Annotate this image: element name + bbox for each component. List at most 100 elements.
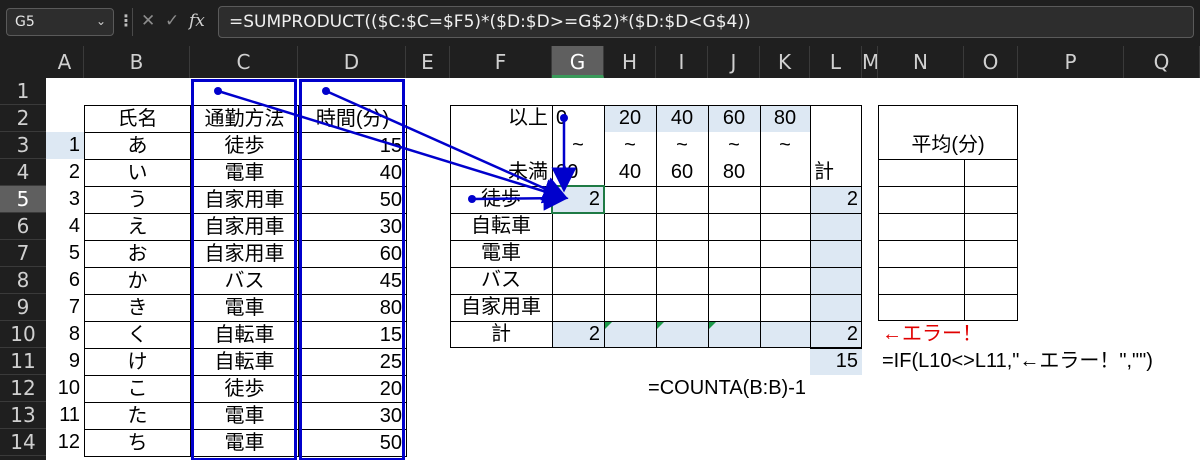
record-number[interactable]: 3: [46, 186, 84, 213]
record-number[interactable]: 7: [46, 294, 84, 321]
record-method[interactable]: 自家用車: [190, 213, 299, 241]
record-number[interactable]: 5: [46, 240, 84, 267]
average-cell-o[interactable]: [964, 213, 1018, 240]
header-name[interactable]: 氏名: [84, 105, 191, 133]
count-cell[interactable]: [656, 213, 708, 240]
record-method[interactable]: 徒歩: [190, 375, 299, 403]
count-cell[interactable]: [708, 213, 760, 240]
record-method[interactable]: 電車: [190, 159, 299, 187]
count-cell[interactable]: [760, 213, 810, 240]
count-cell[interactable]: [552, 240, 604, 267]
method-label-4[interactable]: 自家用車: [450, 294, 552, 321]
bin-tilde-4[interactable]: ~: [760, 132, 810, 159]
bin-lower-2[interactable]: 40: [656, 105, 708, 132]
count-cell[interactable]: [656, 267, 708, 294]
average-header[interactable]: 平均(分): [878, 132, 1018, 159]
header-method[interactable]: 通勤方法: [190, 105, 299, 133]
row-total-cell[interactable]: [810, 213, 862, 240]
cell-g10[interactable]: 2: [552, 321, 604, 348]
method-label-0[interactable]: 徒歩: [450, 186, 552, 213]
record-number[interactable]: 2: [46, 159, 84, 186]
record-number[interactable]: 6: [46, 267, 84, 294]
cell-g5[interactable]: 2: [552, 186, 604, 213]
record-name[interactable]: た: [84, 402, 191, 430]
record-name[interactable]: か: [84, 267, 191, 295]
record-method[interactable]: 電車: [190, 294, 299, 322]
method-label-3[interactable]: バス: [450, 267, 552, 294]
row-total-cell[interactable]: [810, 294, 862, 321]
bin-lower-3[interactable]: 60: [708, 105, 760, 132]
average-cell-n[interactable]: [878, 267, 964, 294]
count-cell[interactable]: [604, 213, 656, 240]
record-time[interactable]: 45: [298, 267, 407, 295]
record-name[interactable]: あ: [84, 132, 191, 160]
record-time[interactable]: 60: [298, 240, 407, 268]
count-cell[interactable]: [552, 294, 604, 321]
count-cell[interactable]: [604, 240, 656, 267]
record-time[interactable]: 30: [298, 213, 407, 241]
record-name[interactable]: え: [84, 213, 191, 241]
bin-tilde-1[interactable]: ~: [604, 132, 656, 159]
row-total-cell[interactable]: [810, 240, 862, 267]
record-number[interactable]: 11: [46, 402, 84, 429]
cell-l11[interactable]: 15: [810, 348, 862, 375]
record-time[interactable]: 20: [298, 375, 407, 403]
count-cell[interactable]: [708, 240, 760, 267]
method-label-2[interactable]: 電車: [450, 240, 552, 267]
record-time[interactable]: 40: [298, 159, 407, 187]
label-spacer[interactable]: [450, 132, 552, 159]
col-total-cell[interactable]: [604, 321, 656, 348]
col-total-cell[interactable]: [760, 321, 810, 348]
bin-upper-2[interactable]: 60: [656, 159, 708, 186]
record-name[interactable]: こ: [84, 375, 191, 403]
count-cell[interactable]: [552, 267, 604, 294]
row-total-cell[interactable]: [810, 267, 862, 294]
record-method[interactable]: 自転車: [190, 321, 299, 349]
average-cell-o[interactable]: [964, 267, 1018, 294]
col-total-cell[interactable]: [656, 321, 708, 348]
average-cell-o[interactable]: [964, 159, 1018, 186]
count-cell[interactable]: [760, 267, 810, 294]
count-cell[interactable]: [708, 186, 760, 213]
total-row-label[interactable]: 計: [450, 321, 552, 348]
label-upper[interactable]: 未満: [450, 159, 552, 186]
record-number[interactable]: 8: [46, 321, 84, 348]
average-cell-n[interactable]: [878, 159, 964, 186]
record-name[interactable]: お: [84, 240, 191, 268]
record-method[interactable]: 自家用車: [190, 186, 299, 214]
record-name[interactable]: け: [84, 348, 191, 376]
record-method[interactable]: 自転車: [190, 348, 299, 376]
average-cell-n[interactable]: [878, 294, 964, 321]
record-method[interactable]: 電車: [190, 429, 299, 457]
record-time[interactable]: 15: [298, 321, 407, 349]
count-cell[interactable]: [760, 240, 810, 267]
bin-lower-4[interactable]: 80: [760, 105, 810, 132]
average-cell-n[interactable]: [878, 213, 964, 240]
record-time[interactable]: 15: [298, 132, 407, 160]
count-cell[interactable]: [604, 294, 656, 321]
count-cell[interactable]: [760, 294, 810, 321]
average-cell-n[interactable]: [878, 186, 964, 213]
count-cell[interactable]: [656, 186, 708, 213]
count-cell[interactable]: [604, 186, 656, 213]
count-cell[interactable]: [656, 240, 708, 267]
count-cell[interactable]: [708, 267, 760, 294]
record-time[interactable]: 50: [298, 429, 407, 457]
record-number[interactable]: 10: [46, 375, 84, 402]
method-label-1[interactable]: 自転車: [450, 213, 552, 240]
record-name[interactable]: き: [84, 294, 191, 322]
average-cell-o[interactable]: [964, 240, 1018, 267]
count-cell[interactable]: [656, 294, 708, 321]
record-method[interactable]: 自家用車: [190, 240, 299, 268]
record-name[interactable]: く: [84, 321, 191, 349]
header-time[interactable]: 時間(分): [298, 105, 407, 133]
record-number[interactable]: 1: [46, 132, 84, 159]
record-time[interactable]: 50: [298, 186, 407, 214]
counta-formula-note[interactable]: =COUNTA(B:B)-1: [604, 375, 810, 402]
bin-upper-1[interactable]: 40: [604, 159, 656, 186]
bin-upper-4[interactable]: [760, 159, 810, 186]
record-method[interactable]: 電車: [190, 402, 299, 430]
bin-upper-3[interactable]: 80: [708, 159, 760, 186]
cell-l10[interactable]: 2: [810, 321, 862, 348]
average-cell-o[interactable]: [964, 186, 1018, 213]
